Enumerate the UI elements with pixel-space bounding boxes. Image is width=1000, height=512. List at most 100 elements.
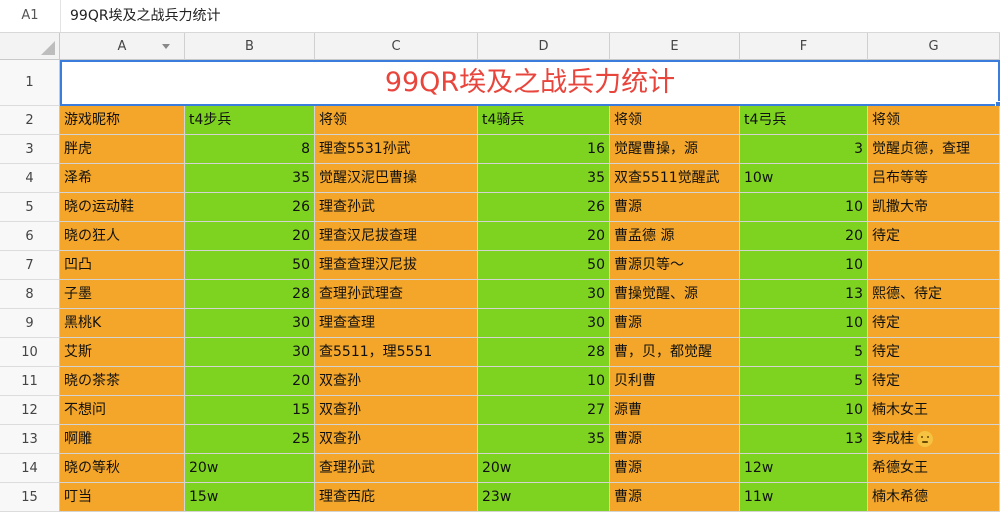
table-cell[interactable]: 30	[185, 338, 315, 367]
row-header-4[interactable]: 4	[0, 164, 60, 193]
row-header-7[interactable]: 7	[0, 251, 60, 280]
table-cell[interactable]: 20	[185, 367, 315, 396]
table-cell[interactable]: 16	[478, 135, 610, 164]
table-cell[interactable]: 30	[478, 280, 610, 309]
table-cell[interactable]: 曹源	[610, 193, 740, 222]
table-cell[interactable]: 20w	[185, 454, 315, 483]
table-cell[interactable]: 双查孙	[315, 425, 478, 454]
table-cell[interactable]: 10w	[740, 164, 868, 193]
formula-input[interactable]: 99QR埃及之战兵力统计	[70, 0, 221, 32]
column-dropdown-icon[interactable]	[162, 44, 170, 49]
table-cell[interactable]: 凹凸	[60, 251, 185, 280]
table-cell[interactable]: 曹源	[610, 425, 740, 454]
table-cell[interactable]: 28	[185, 280, 315, 309]
table-cell[interactable]: 觉醒曹操，源	[610, 135, 740, 164]
table-cell[interactable]: 10	[740, 193, 868, 222]
table-cell[interactable]: 源曹	[610, 396, 740, 425]
table-cell[interactable]: 曹源	[610, 454, 740, 483]
select-all-corner[interactable]	[0, 33, 60, 60]
table-cell[interactable]: 20	[478, 222, 610, 251]
table-cell[interactable]: 待定	[868, 338, 1000, 367]
table-cell[interactable]	[868, 251, 1000, 280]
table-cell[interactable]: 希德女王	[868, 454, 1000, 483]
table-cell[interactable]: 30	[185, 309, 315, 338]
table-cell[interactable]: 20	[740, 222, 868, 251]
row-header-6[interactable]: 6	[0, 222, 60, 251]
table-cell[interactable]: 13	[740, 425, 868, 454]
header-cell[interactable]: 将领	[868, 106, 1000, 135]
table-cell[interactable]: 子墨	[60, 280, 185, 309]
table-cell[interactable]: 待定	[868, 309, 1000, 338]
title-cell[interactable]: 99QR埃及之战兵力统计	[60, 60, 1000, 106]
row-header-8[interactable]: 8	[0, 280, 60, 309]
table-cell[interactable]: 3	[740, 135, 868, 164]
table-cell[interactable]: 吕布等等	[868, 164, 1000, 193]
table-cell[interactable]: 熙德、待定	[868, 280, 1000, 309]
table-cell[interactable]: 待定	[868, 222, 1000, 251]
table-cell[interactable]: 13	[740, 280, 868, 309]
table-cell[interactable]: 26	[185, 193, 315, 222]
table-cell[interactable]: 双查孙	[315, 396, 478, 425]
table-cell[interactable]: 27	[478, 396, 610, 425]
header-cell[interactable]: t4步兵	[185, 106, 315, 135]
table-cell[interactable]: 查理孙武理查	[315, 280, 478, 309]
row-header-14[interactable]: 14	[0, 454, 60, 483]
column-header-e[interactable]: E	[610, 33, 740, 60]
table-cell[interactable]: 28	[478, 338, 610, 367]
table-cell[interactable]: 25	[185, 425, 315, 454]
table-cell[interactable]: 查理孙武	[315, 454, 478, 483]
column-header-g[interactable]: G	[868, 33, 1000, 60]
table-cell[interactable]: 35	[478, 425, 610, 454]
table-cell[interactable]: 查5511，理5551	[315, 338, 478, 367]
table-cell[interactable]: 8	[185, 135, 315, 164]
column-header-a[interactable]: A	[60, 33, 185, 60]
table-cell[interactable]: 35	[478, 164, 610, 193]
table-cell[interactable]: 曹孟德 源	[610, 222, 740, 251]
row-header-3[interactable]: 3	[0, 135, 60, 164]
header-cell[interactable]: 将领	[610, 106, 740, 135]
name-box[interactable]: A1	[0, 0, 61, 32]
row-header-1[interactable]: 1	[0, 60, 60, 106]
table-cell[interactable]: 26	[478, 193, 610, 222]
table-cell[interactable]: 50	[185, 251, 315, 280]
table-cell[interactable]: 10	[740, 396, 868, 425]
table-cell[interactable]: 理查查理	[315, 309, 478, 338]
table-cell[interactable]: 12w	[740, 454, 868, 483]
table-cell[interactable]: 理查5531孙武	[315, 135, 478, 164]
table-cell[interactable]: 曹源	[610, 309, 740, 338]
column-header-f[interactable]: F	[740, 33, 868, 60]
table-cell[interactable]: 觉醒汉泥巴曹操	[315, 164, 478, 193]
table-cell[interactable]: 不想问	[60, 396, 185, 425]
header-cell[interactable]: 游戏昵称	[60, 106, 185, 135]
table-cell[interactable]: 曹操觉醒、源	[610, 280, 740, 309]
table-cell[interactable]: 贝利曹	[610, 367, 740, 396]
table-cell[interactable]: 啊雕	[60, 425, 185, 454]
row-header-13[interactable]: 13	[0, 425, 60, 454]
table-cell[interactable]: 5	[740, 367, 868, 396]
table-cell[interactable]: 曹源贝等～	[610, 251, 740, 280]
table-cell[interactable]: 双查孙	[315, 367, 478, 396]
column-header-c[interactable]: C	[315, 33, 478, 60]
row-header-10[interactable]: 10	[0, 338, 60, 367]
table-cell[interactable]: 35	[185, 164, 315, 193]
header-cell[interactable]: t4弓兵	[740, 106, 868, 135]
table-cell[interactable]: 10	[478, 367, 610, 396]
table-cell[interactable]: 待定	[868, 367, 1000, 396]
table-cell[interactable]: 50	[478, 251, 610, 280]
table-cell[interactable]: 晓の茶茶	[60, 367, 185, 396]
table-cell[interactable]: 晓の运动鞋	[60, 193, 185, 222]
table-cell[interactable]: 双查5511觉醒武	[610, 164, 740, 193]
table-cell[interactable]: 李成桂	[868, 425, 1000, 454]
header-cell[interactable]: 将领	[315, 106, 478, 135]
table-cell[interactable]: 理查汉尼拔查理	[315, 222, 478, 251]
row-header-11[interactable]: 11	[0, 367, 60, 396]
table-cell[interactable]: 觉醒贞德，查理	[868, 135, 1000, 164]
table-cell[interactable]: 艾斯	[60, 338, 185, 367]
table-cell[interactable]: 黑桃K	[60, 309, 185, 338]
table-cell[interactable]: 晓の等秋	[60, 454, 185, 483]
table-cell[interactable]: 楠木女王	[868, 396, 1000, 425]
table-cell[interactable]: 20	[185, 222, 315, 251]
table-cell[interactable]: 15	[185, 396, 315, 425]
row-header-5[interactable]: 5	[0, 193, 60, 222]
table-cell[interactable]: 泽希	[60, 164, 185, 193]
